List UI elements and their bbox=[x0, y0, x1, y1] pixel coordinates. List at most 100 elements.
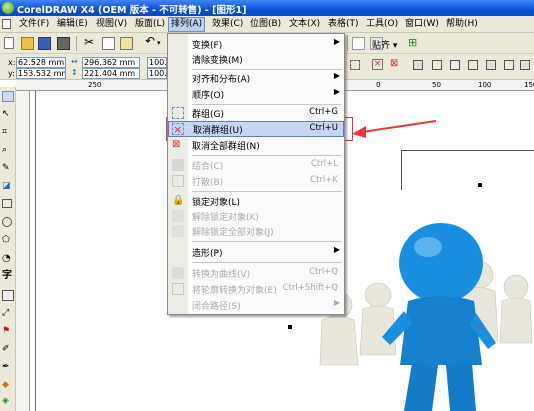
submenu-arrow-icon: ▶ bbox=[333, 298, 340, 307]
print-icon[interactable] bbox=[57, 37, 70, 50]
text-tool-icon[interactable]: 字 bbox=[2, 270, 14, 281]
polygon-tool-icon[interactable]: ⬠ bbox=[2, 235, 14, 246]
cut-icon[interactable]: ✂ bbox=[84, 36, 97, 49]
menu-bitmaps[interactable]: 位图(B) bbox=[250, 18, 281, 31]
table-tool-icon[interactable] bbox=[2, 290, 14, 301]
menu-item-label: 打散(B) bbox=[192, 178, 224, 188]
group-icon bbox=[172, 107, 184, 119]
rectangle-tool-icon[interactable] bbox=[2, 199, 12, 208]
basic-shapes-icon[interactable]: ◔ bbox=[2, 253, 14, 264]
menu-item-label: 闭合路径(S) bbox=[192, 302, 241, 312]
scale-x-field[interactable]: 100.0 bbox=[147, 57, 167, 68]
svg-text:×: × bbox=[476, 322, 483, 331]
menu-item-outline-to-object[interactable]: 将轮廓转换为对象(E) Ctrl+Shift+Q bbox=[168, 281, 344, 297]
menu-text[interactable]: 文本(X) bbox=[289, 18, 320, 31]
menu-item-combine[interactable]: 结合(C) Ctrl+L bbox=[168, 157, 344, 173]
pick-tool-icon[interactable] bbox=[2, 91, 14, 102]
menu-effects[interactable]: 效果(C) bbox=[212, 18, 243, 31]
menu-file[interactable]: 文件(F) bbox=[19, 18, 49, 31]
intersect-icon[interactable] bbox=[468, 60, 478, 70]
height-icon: ↕ bbox=[71, 68, 78, 77]
menu-item-label: 造形(P) bbox=[192, 249, 223, 259]
menu-item-convert-to-curves[interactable]: 转换为曲线(V) Ctrl+Q bbox=[168, 265, 344, 281]
submenu-arrow-icon: ▶ bbox=[333, 245, 340, 254]
selection-handle[interactable] bbox=[478, 183, 482, 187]
menu-item-shortcut: Ctrl+G bbox=[309, 107, 338, 117]
weld-icon[interactable] bbox=[432, 60, 442, 70]
x-position-field[interactable]: 62.528 mm bbox=[16, 57, 66, 68]
front-minus-back-icon[interactable] bbox=[504, 60, 514, 70]
menu-item-label: 变换(F) bbox=[192, 41, 223, 51]
menu-item-unlock-all[interactable]: 解除锁定全部对象(J) bbox=[168, 223, 344, 239]
freehand-tool-icon[interactable]: ✎ bbox=[2, 163, 14, 174]
menu-window[interactable]: 窗口(W) bbox=[405, 18, 439, 31]
width-field[interactable]: 296.362 mm bbox=[82, 57, 140, 68]
menu-item-label: 转换为曲线(V) bbox=[192, 270, 251, 280]
menu-item-order[interactable]: 顺序(O) ▶ bbox=[168, 86, 344, 102]
convert-curves-icon bbox=[172, 267, 184, 279]
menu-separator bbox=[192, 155, 342, 156]
width-icon: ↔ bbox=[71, 57, 78, 66]
menu-item-transform[interactable]: 变换(F) ▶ bbox=[168, 36, 344, 52]
fill-tool-icon[interactable]: ◆ bbox=[2, 380, 14, 391]
title-bar: CorelDRAW X4 (OEM 版本 - 不可转售) - [图形1] bbox=[0, 0, 534, 16]
menu-separator bbox=[192, 241, 342, 242]
menu-item-clear-transform[interactable]: 清除变换(M) bbox=[168, 51, 344, 67]
save-icon[interactable] bbox=[38, 37, 51, 50]
menu-item-shortcut: Ctrl+Q bbox=[309, 267, 338, 277]
menu-view[interactable]: 视图(V) bbox=[96, 18, 127, 31]
menu-layout[interactable]: 版面(L) bbox=[135, 18, 165, 31]
menu-tools[interactable]: 工具(O) bbox=[366, 18, 398, 31]
menu-item-break-apart[interactable]: 打散(B) Ctrl+K bbox=[168, 173, 344, 189]
menu-item-close-path[interactable]: 闭合路径(S) ▶ bbox=[168, 297, 344, 313]
dimension-tool-icon[interactable]: ⤢ bbox=[2, 308, 14, 319]
menu-separator bbox=[192, 262, 342, 263]
ungroup-toolbar-icon[interactable]: × bbox=[372, 59, 383, 70]
eyedropper-icon[interactable]: ✐ bbox=[2, 344, 14, 355]
smart-fill-icon[interactable]: ◪ bbox=[2, 181, 14, 192]
trim-icon[interactable] bbox=[450, 60, 460, 70]
back-minus-front-icon[interactable] bbox=[520, 60, 530, 70]
combine-toolbar-icon[interactable] bbox=[413, 60, 423, 70]
menu-item-group[interactable]: 群组(G) Ctrl+G bbox=[168, 105, 344, 121]
menu-item-ungroup[interactable]: × 取消群组(U) Ctrl+U bbox=[168, 121, 344, 137]
menu-help[interactable]: 帮助(H) bbox=[446, 18, 478, 31]
crop-tool-icon[interactable]: ⌗ bbox=[2, 127, 14, 138]
vertical-ruler[interactable] bbox=[16, 91, 30, 411]
interactive-fill-icon[interactable]: ◈ bbox=[2, 396, 14, 407]
menu-edit[interactable]: 编辑(E) bbox=[57, 18, 88, 31]
menu-item-label: 解除锁定全部对象(J) bbox=[192, 228, 274, 238]
zoom-icon[interactable] bbox=[352, 37, 365, 50]
selection-handle[interactable] bbox=[288, 325, 292, 329]
snap-to-dropdown[interactable]: 贴齐 ▾ bbox=[372, 38, 397, 51]
copy-icon[interactable] bbox=[102, 37, 115, 50]
undo-dropdown-icon[interactable]: ▾ bbox=[157, 39, 161, 47]
zoom-tool-icon[interactable]: ⌕ bbox=[2, 145, 14, 156]
menu-arrange[interactable]: 排列(A) bbox=[168, 17, 206, 32]
transform-icon[interactable] bbox=[350, 60, 360, 70]
ungroup-all-toolbar-icon[interactable]: ⊠ bbox=[390, 59, 401, 70]
interactive-tool-icon[interactable]: ⚑ bbox=[2, 326, 14, 337]
paste-icon[interactable] bbox=[120, 37, 133, 50]
shape-tool-icon[interactable]: ↖ bbox=[2, 109, 14, 120]
menu-item-align-distribute[interactable]: 对齐和分布(A) ▶ bbox=[168, 70, 344, 86]
outline-tool-icon[interactable]: ✒ bbox=[2, 362, 14, 373]
menu-item-shaping[interactable]: 造形(P) ▶ bbox=[168, 244, 344, 260]
new-icon[interactable] bbox=[4, 37, 14, 49]
ungroup-icon: × bbox=[172, 123, 184, 136]
options-icon[interactable]: ⊞ bbox=[408, 37, 421, 50]
menu-item-unlock-object[interactable]: 解除锁定对象(K) bbox=[168, 208, 344, 224]
open-icon[interactable] bbox=[21, 37, 34, 50]
scale-y-field[interactable]: 100.0 bbox=[147, 68, 167, 79]
menu-item-shortcut: Ctrl+L bbox=[311, 159, 338, 169]
simplify-icon[interactable] bbox=[486, 60, 496, 70]
menu-item-lock-object[interactable]: 🔒 锁定对象(L) bbox=[168, 193, 344, 209]
height-field[interactable]: 221.404 mm bbox=[82, 68, 140, 79]
window-title: CorelDRAW X4 (OEM 版本 - 不可转售) - [图形1] bbox=[17, 5, 247, 16]
x-label: x: bbox=[8, 58, 16, 67]
menu-table[interactable]: 表格(T) bbox=[328, 18, 359, 31]
snap-label: 贴齐 bbox=[372, 41, 391, 51]
y-position-field[interactable]: 153.532 mm bbox=[16, 68, 66, 79]
ellipse-tool-icon[interactable] bbox=[2, 217, 12, 227]
menu-item-ungroup-all[interactable]: ⊠ 取消全部群组(N) bbox=[168, 137, 344, 153]
